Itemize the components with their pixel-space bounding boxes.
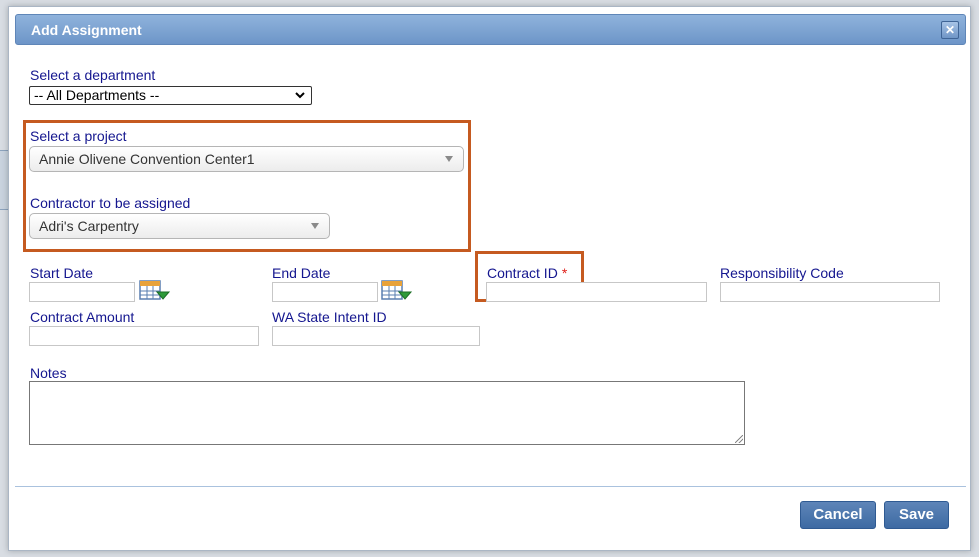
department-label: Select a department [30,67,156,83]
save-button[interactable]: Save [884,501,949,529]
dialog-titlebar[interactable]: Add Assignment ✕ [15,14,966,45]
contractor-label: Contractor to be assigned [30,195,191,211]
chevron-down-icon [311,223,319,229]
notes-label: Notes [30,365,67,381]
project-label: Select a project [30,128,127,144]
footer-divider [15,486,966,487]
calendar-icon[interactable] [139,279,172,303]
project-select-value: Annie Olivene Convention Center1 [39,151,255,167]
contract-id-input[interactable] [486,282,707,302]
responsibility-code-label: Responsibility Code [720,265,844,281]
responsibility-code-input[interactable] [720,282,940,302]
contract-amount-label: Contract Amount [30,309,135,325]
contractor-select-value: Adri's Carpentry [39,218,139,234]
department-select-value: -- All Departments -- [34,87,160,103]
notes-textarea[interactable] [29,381,745,445]
required-marker: * [561,265,568,281]
resize-grip-icon[interactable] [735,435,743,443]
end-date-label: End Date [272,265,331,281]
department-select[interactable]: -- All Departments -- [29,86,312,105]
chevron-down-icon [445,156,453,162]
contractor-select[interactable]: Adri's Carpentry [29,213,330,239]
calendar-icon[interactable] [381,279,414,303]
start-date-input[interactable] [29,282,135,302]
cancel-button[interactable]: Cancel [800,501,876,529]
dialog-title: Add Assignment [31,22,142,38]
add-assignment-dialog: Add Assignment ✕ Select a department -- … [8,6,971,551]
close-icon[interactable]: ✕ [941,21,959,39]
contract-amount-input[interactable] [29,326,259,346]
chevron-down-icon [294,87,306,109]
end-date-input[interactable] [272,282,378,302]
start-date-label: Start Date [30,265,94,281]
wa-state-intent-id-input[interactable] [272,326,480,346]
contract-id-label-text: Contract ID [487,265,558,281]
project-select[interactable]: Annie Olivene Convention Center1 [29,146,464,172]
contract-id-label: Contract ID * [487,265,567,281]
wa-state-intent-id-label: WA State Intent ID [272,309,387,325]
